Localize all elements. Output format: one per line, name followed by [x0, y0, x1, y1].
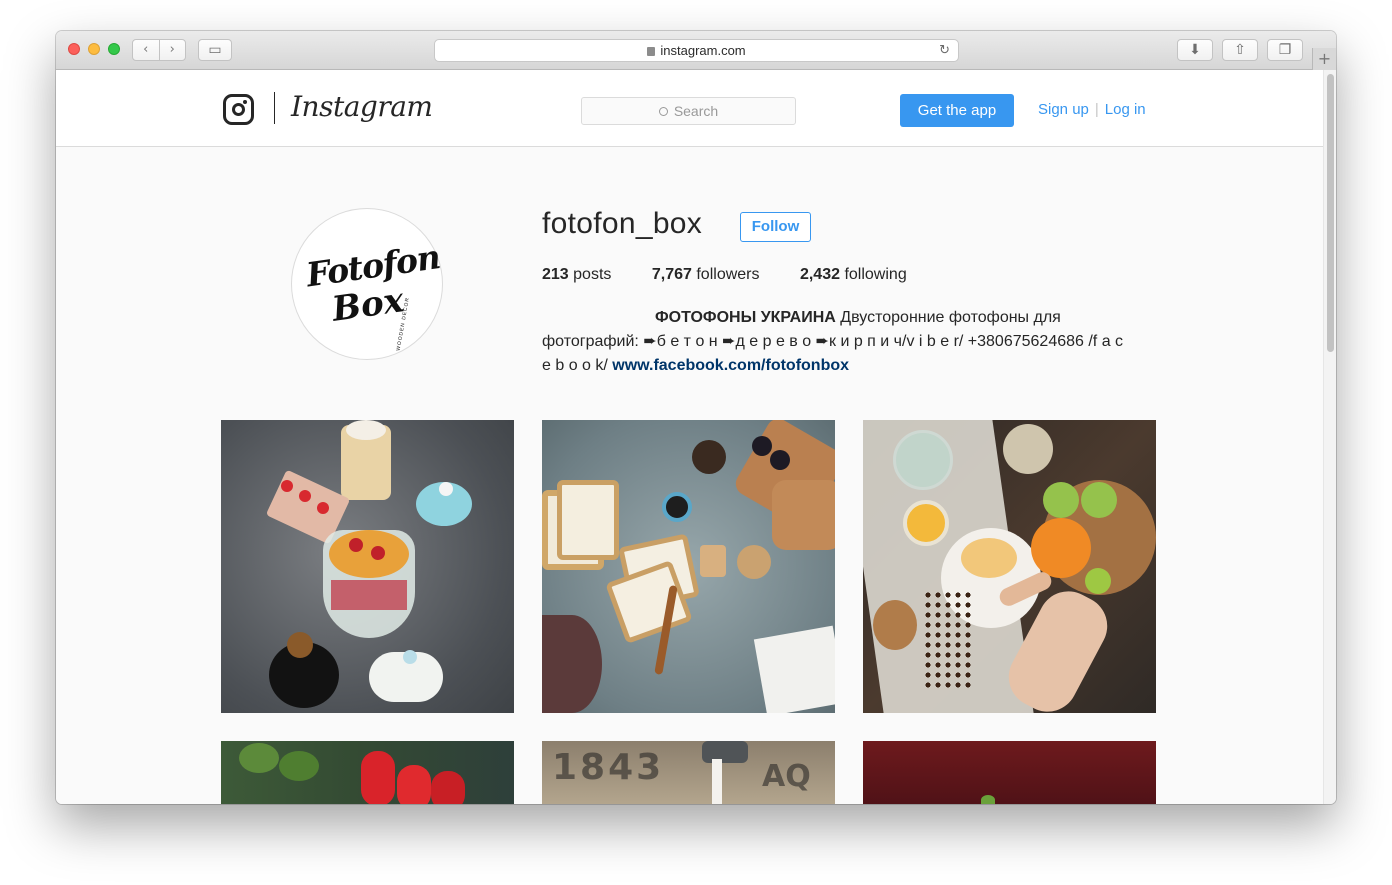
get-the-app-button[interactable]: Get the app: [900, 94, 1014, 127]
sign-up-link[interactable]: Sign up: [1038, 101, 1089, 118]
profile-username: fotofon_box: [542, 207, 703, 240]
followers-label: followers: [696, 266, 760, 283]
close-window-button[interactable]: [68, 43, 80, 55]
chevron-right-icon[interactable]: ›: [160, 40, 186, 60]
followers-stat[interactable]: 7,767 followers: [652, 266, 760, 283]
following-stat[interactable]: 2,432 following: [800, 266, 907, 283]
minimize-window-button[interactable]: [88, 43, 100, 55]
browser-window: ‹ › ▭ instagram.com ↻ ⬇ ⇧ ❐ + Instagram …: [56, 31, 1336, 804]
chevron-left-icon[interactable]: ‹: [133, 40, 160, 60]
zoom-window-button[interactable]: [108, 43, 120, 55]
post-thumbnail[interactable]: [221, 741, 514, 804]
posts-count: 213: [542, 266, 569, 283]
browser-toolbar: ‹ › ▭ instagram.com ↻ ⬇ ⇧ ❐ +: [56, 31, 1336, 70]
follow-button[interactable]: Follow: [740, 212, 811, 242]
lock-icon: [647, 47, 656, 56]
profile-stats: 213 posts 7,767 followers 2,432 followin…: [542, 266, 943, 284]
posts-stat: 213 posts: [542, 266, 611, 283]
posts-label: posts: [573, 266, 612, 283]
new-tab-button[interactable]: +: [1312, 48, 1336, 70]
page-scrollbar[interactable]: [1323, 70, 1336, 804]
address-bar[interactable]: instagram.com ↻: [434, 39, 959, 62]
download-icon[interactable]: ⬇: [1177, 39, 1213, 61]
post-thumbnail[interactable]: [863, 420, 1156, 713]
following-count: 2,432: [799, 266, 840, 283]
post-thumbnail[interactable]: 1843 AQ: [542, 741, 835, 804]
reload-icon[interactable]: ↻: [939, 40, 950, 61]
instagram-camera-icon[interactable]: [223, 94, 254, 125]
url-text: instagram.com: [660, 43, 746, 58]
instagram-wordmark[interactable]: Instagram: [291, 90, 433, 123]
post-thumbnail[interactable]: [221, 420, 514, 713]
scrollbar-thumb[interactable]: [1327, 74, 1334, 352]
followers-count: 7,767: [651, 266, 692, 283]
post-thumbnail[interactable]: [542, 420, 835, 713]
bio-title: ФОТОФОНЫ УКРАИНА: [655, 309, 836, 326]
instagram-header: Instagram Search Get the app Sign up | Log…: [56, 70, 1323, 147]
post-thumbnail[interactable]: [863, 741, 1156, 804]
auth-separator: |: [1094, 101, 1099, 118]
bio-website-link[interactable]: www.facebook.com/fotofonbox: [612, 357, 849, 374]
following-label: following: [844, 266, 907, 283]
tabs-icon[interactable]: ❐: [1267, 39, 1303, 61]
sidebar-icon[interactable]: ▭: [198, 39, 232, 61]
profile-avatar[interactable]: Fotofon Box WOODEN DECOR: [291, 208, 443, 360]
log-in-link[interactable]: Log in: [1105, 101, 1146, 118]
page-viewport: Instagram Search Get the app Sign up | Log…: [56, 70, 1323, 804]
profile-bio: ФОТОФОНЫ УКРАИНА Двусторонние фотофоны д…: [542, 306, 1132, 378]
search-input[interactable]: Search: [581, 97, 796, 125]
header-divider: [274, 92, 275, 124]
search-placeholder: Search: [673, 103, 719, 119]
share-icon[interactable]: ⇧: [1222, 39, 1258, 61]
auth-links: Sign up | Log in: [1038, 101, 1146, 118]
search-icon: [658, 107, 668, 116]
history-nav: ‹ ›: [132, 39, 186, 61]
